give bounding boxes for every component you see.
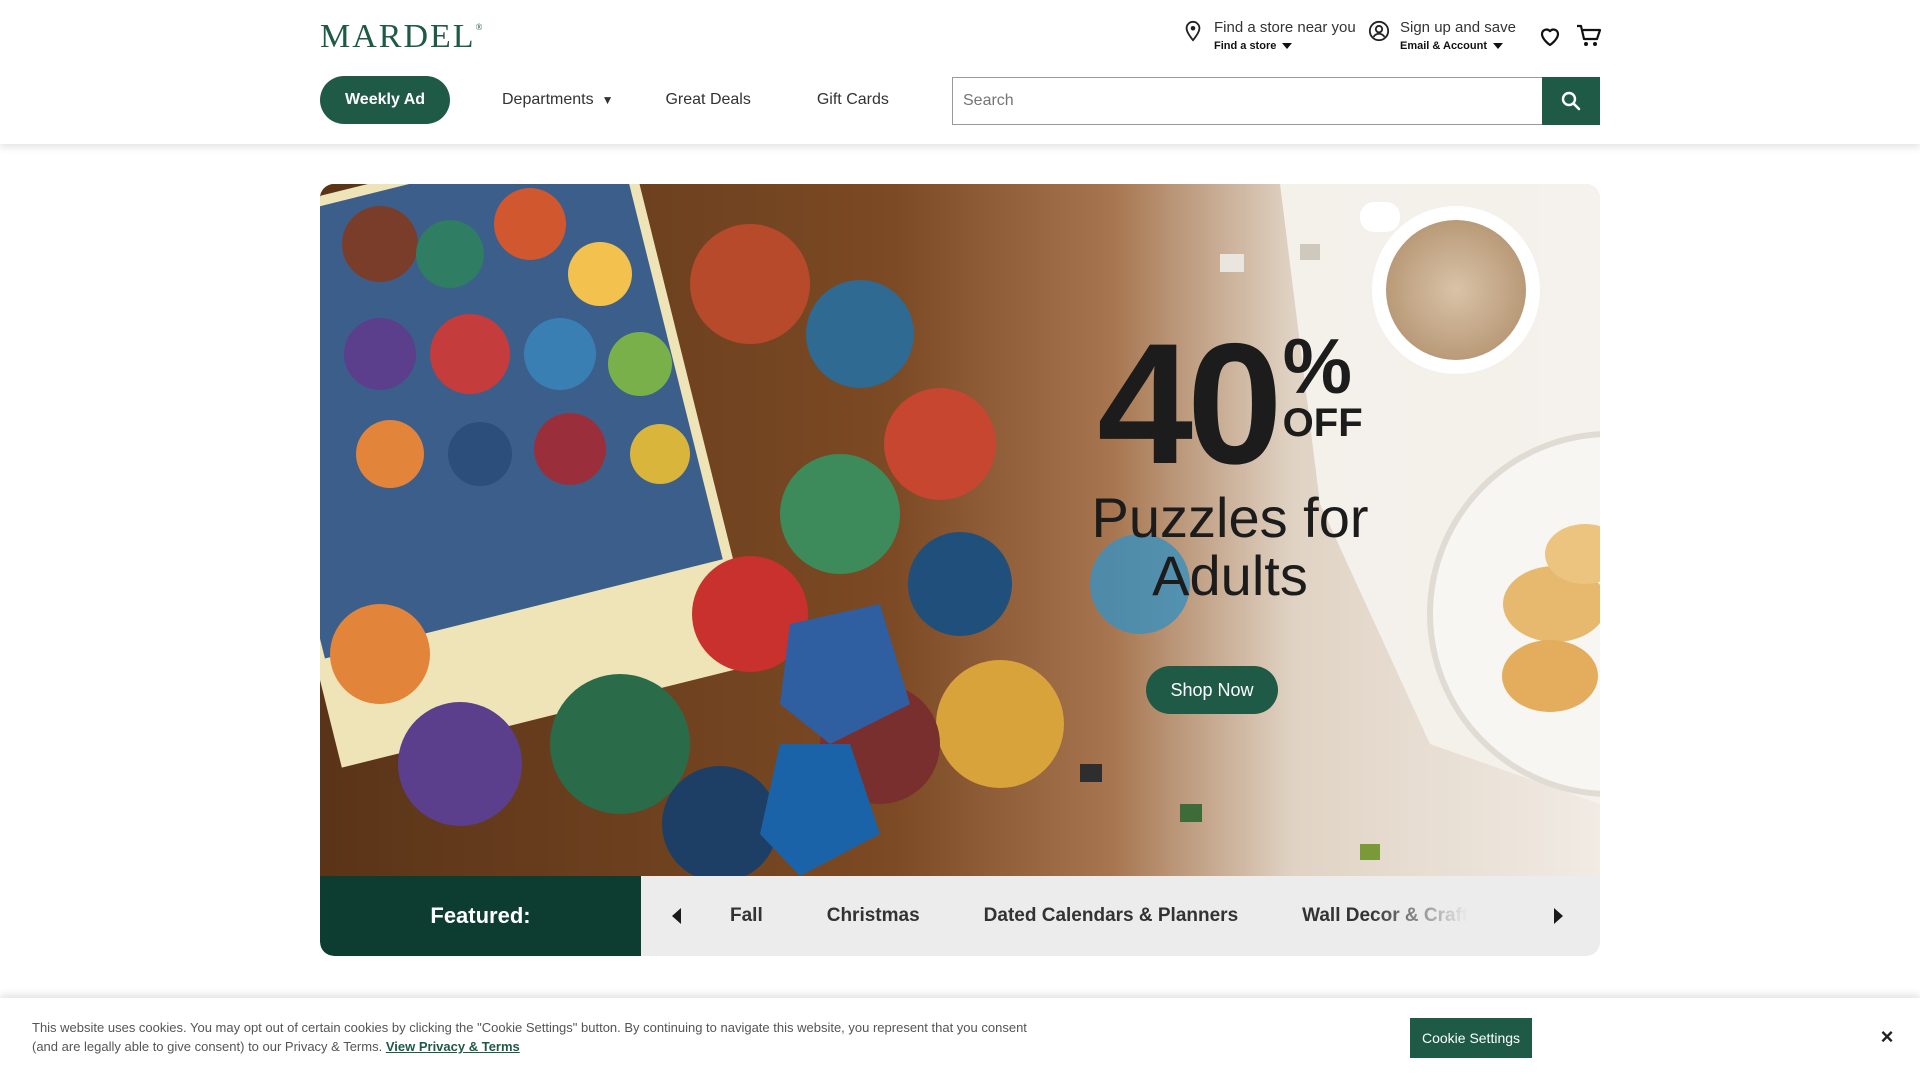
- featured-item-christmas[interactable]: Christmas: [827, 905, 920, 927]
- featured-item-dated-calendars[interactable]: Dated Calendars & Planners: [984, 905, 1238, 927]
- site-header: MARDEL® Find a store near you Find a sto…: [0, 0, 1920, 144]
- shopping-cart-icon[interactable]: [1576, 24, 1602, 48]
- caret-down-icon: ▼: [601, 93, 614, 107]
- hero-banner[interactable]: 40 % OFF Puzzles for Adults Shop Now: [320, 184, 1600, 876]
- search-input[interactable]: [952, 77, 1542, 125]
- location-pin-icon: [1185, 20, 1201, 42]
- percent-off: % OFF: [1282, 322, 1363, 445]
- cookie-banner: This website uses cookies. You may opt o…: [0, 998, 1920, 1080]
- chevron-down-icon: [1282, 43, 1293, 49]
- privacy-terms-link[interactable]: View Privacy & Terms: [386, 1039, 520, 1054]
- account-dropdown[interactable]: Email & Account: [1400, 38, 1516, 54]
- search-button[interactable]: [1542, 77, 1600, 125]
- nav-gift-cards[interactable]: Gift Cards: [817, 91, 889, 109]
- weekly-ad-button[interactable]: Weekly Ad: [320, 76, 450, 124]
- main-nav: Weekly Ad Departments ▼ Great Deals Gift…: [320, 76, 889, 124]
- find-store-menu[interactable]: Find a store near you Find a store: [1182, 18, 1356, 54]
- discount-number: 40: [1097, 308, 1282, 500]
- hero-headline: 40 % OFF Puzzles for Adults: [1065, 308, 1395, 607]
- featured-carousel: Featured: Fall Christmas Dated Calendars…: [320, 876, 1600, 956]
- carousel-next-arrow-icon[interactable]: [1554, 908, 1563, 924]
- nav-great-deals[interactable]: Great Deals: [665, 91, 750, 109]
- close-icon[interactable]: ×: [1876, 1024, 1898, 1049]
- featured-item-fall[interactable]: Fall: [730, 905, 763, 927]
- wishlist-heart-icon[interactable]: [1538, 24, 1562, 48]
- carousel-fade-overlay: [1370, 876, 1510, 956]
- puzzle-hero-image: [320, 184, 1600, 876]
- carousel-prev-arrow-icon[interactable]: [672, 908, 681, 924]
- chevron-down-icon: [1493, 43, 1503, 49]
- search-icon: [1561, 91, 1581, 111]
- account-heading: Sign up and save: [1400, 19, 1516, 36]
- search-bar: [952, 77, 1600, 125]
- account-menu[interactable]: Sign up and save Email & Account: [1368, 18, 1516, 54]
- hero-subtitle: Puzzles for Adults: [1091, 486, 1369, 607]
- account-icon: [1368, 20, 1390, 42]
- featured-label: Featured:: [320, 876, 641, 956]
- cookie-message: This website uses cookies. You may opt o…: [32, 1020, 1027, 1054]
- shop-now-button[interactable]: Shop Now: [1146, 666, 1278, 714]
- mardel-logo[interactable]: MARDEL®: [320, 18, 484, 56]
- find-store-dropdown[interactable]: Find a store: [1214, 38, 1356, 54]
- cookie-settings-button[interactable]: Cookie Settings: [1410, 1018, 1532, 1058]
- find-store-heading: Find a store near you: [1214, 19, 1356, 36]
- nav-departments[interactable]: Departments ▼: [502, 91, 613, 109]
